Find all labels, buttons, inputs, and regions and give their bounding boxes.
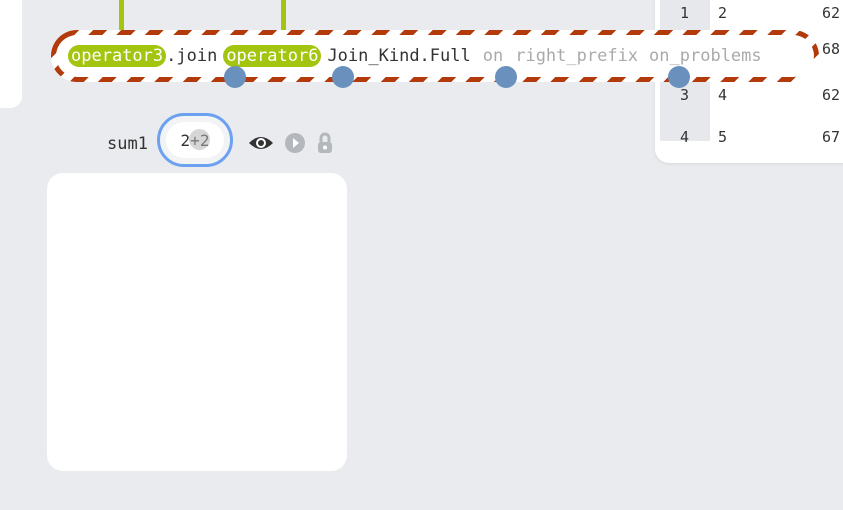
row-index: 4	[680, 128, 690, 146]
table-cell: 67	[822, 128, 841, 146]
join-node-expression[interactable]: operator3 .join operator6 Join_Kind.Full…	[56, 35, 814, 77]
input-port[interactable]	[224, 66, 246, 88]
placeholder-arg-on[interactable]: on	[483, 46, 503, 66]
table-cell: 68	[822, 40, 841, 58]
node-name-label[interactable]: sum1	[107, 134, 148, 154]
drag-handle[interactable]	[189, 129, 210, 150]
operator-chip-operator6[interactable]: operator6	[223, 45, 322, 67]
table-row: 4 5 67	[655, 128, 843, 158]
play-circle-icon[interactable]	[284, 132, 306, 154]
visualization-panel[interactable]	[47, 173, 347, 471]
eye-icon[interactable]	[248, 133, 274, 153]
argument-token[interactable]: Join_Kind.Full	[327, 46, 470, 66]
lock-icon[interactable]	[316, 132, 334, 154]
join-node[interactable]: operator3 .join operator6 Join_Kind.Full…	[51, 30, 819, 82]
placeholder-arg-on-problems[interactable]: on_problems	[649, 46, 762, 66]
table-cell: 62	[822, 86, 841, 104]
table-row: 3 4 62	[655, 86, 843, 116]
sum-node[interactable]: 2+2	[157, 113, 233, 167]
placeholder-arg-right-prefix[interactable]: right_prefix	[515, 46, 638, 66]
left-node-card	[0, 0, 22, 108]
input-port[interactable]	[332, 66, 354, 88]
row-index: 3	[680, 86, 690, 104]
input-port[interactable]	[668, 66, 690, 88]
method-token: .join	[166, 46, 218, 66]
node-action-icons	[248, 132, 334, 154]
table-cell: 4	[718, 86, 728, 104]
table-cell: 62	[822, 4, 841, 22]
row-index: 1	[680, 4, 690, 22]
operator-chip-operator3[interactable]: operator3	[68, 45, 167, 67]
input-port[interactable]	[495, 66, 517, 88]
table-cell: 5	[718, 128, 728, 146]
table-cell: 2	[718, 4, 728, 22]
